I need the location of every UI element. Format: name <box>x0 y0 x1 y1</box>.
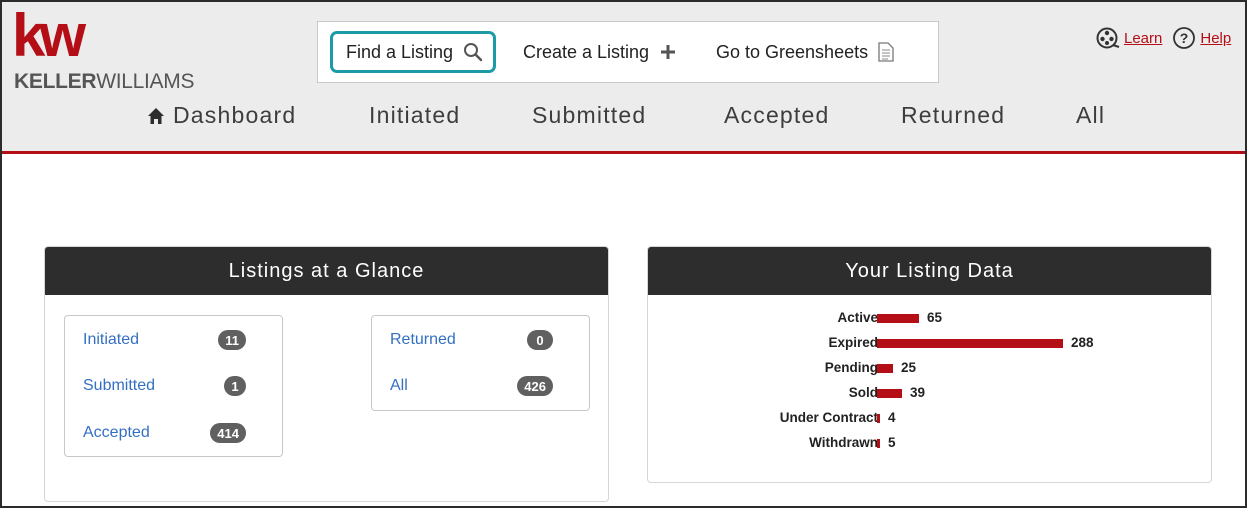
bar-value-label: 39 <box>910 385 926 400</box>
bar-label: Sold <box>848 385 878 400</box>
list-item-initiated[interactable]: Initiated 11 <box>83 328 246 352</box>
nav-dashboard[interactable]: Dashboard <box>147 102 296 129</box>
nav-returned[interactable]: Returned <box>901 102 1005 129</box>
nav-accepted[interactable]: Accepted <box>724 102 830 129</box>
bar-label: Withdrawn <box>809 435 878 450</box>
logo-wordmark: KELLERWILLIAMS <box>14 70 194 94</box>
status-box-left: Initiated 11 Submitted 1 Accepted 414 <box>64 315 283 457</box>
greensheets-button[interactable]: Go to Greensheets <box>716 22 894 82</box>
panel-title: Your Listing Data <box>648 247 1211 295</box>
bar-label: Expired <box>828 335 878 350</box>
film-reel-icon[interactable] <box>1096 27 1120 49</box>
document-icon <box>878 42 894 62</box>
bar-row-expired: Expired 288 <box>648 334 1211 352</box>
help-links: Learn ? Help <box>1096 26 1231 50</box>
listings-at-a-glance-panel: Listings at a Glance Initiated 11 Submit… <box>44 246 609 502</box>
bar-label: Pending <box>824 360 878 375</box>
logo-text-bold: KELLER <box>14 70 97 93</box>
bar-value-label: 25 <box>901 360 917 375</box>
status-box-right: Returned 0 All 426 <box>371 315 590 411</box>
app-frame: kw KELLERWILLIAMS Find a Listing Create … <box>0 0 1247 508</box>
learn-link[interactable]: Learn <box>1124 30 1162 47</box>
initiated-link[interactable]: Initiated <box>83 331 139 349</box>
plus-icon <box>659 43 677 61</box>
find-listing-label: Find a Listing <box>346 41 454 62</box>
nav-dashboard-label: Dashboard <box>173 102 297 128</box>
bar <box>877 339 1063 348</box>
header: kw KELLERWILLIAMS Find a Listing Create … <box>2 2 1245 154</box>
returned-count-badge: 0 <box>527 330 553 350</box>
bar <box>877 439 880 448</box>
listing-bar-chart: Active 65 Expired 288 Pending 25 Sold 39 Under C… <box>648 309 1211 479</box>
question-circle-icon[interactable]: ? <box>1172 26 1196 50</box>
list-item-accepted[interactable]: Accepted 414 <box>83 421 246 445</box>
submitted-link[interactable]: Submitted <box>83 377 155 395</box>
bar-label: Under Contract <box>779 410 878 425</box>
accepted-count-badge: 414 <box>210 423 246 443</box>
bar-label: Active <box>837 310 878 325</box>
main-nav: Dashboard Initiated Submitted Accepted R… <box>2 102 1245 138</box>
list-item-submitted[interactable]: Submitted 1 <box>83 374 246 398</box>
keller-williams-logo[interactable]: kw KELLERWILLIAMS <box>12 2 212 94</box>
logo-text-light: WILLIAMS <box>96 70 195 93</box>
bar-row-pending: Pending 25 <box>648 359 1211 377</box>
logo-mark: kw <box>12 2 86 69</box>
your-listing-data-panel: Your Listing Data Active 65 Expired 288 Pend… <box>647 246 1212 483</box>
search-icon <box>463 42 483 62</box>
bar-row-sold: Sold 39 <box>648 384 1211 402</box>
find-listing-button[interactable]: Find a Listing <box>330 31 497 73</box>
nav-submitted[interactable]: Submitted <box>532 102 646 129</box>
list-item-all[interactable]: All 426 <box>390 374 553 398</box>
returned-link[interactable]: Returned <box>390 331 456 349</box>
bar-value-label: 65 <box>927 310 943 325</box>
nav-initiated[interactable]: Initiated <box>369 102 460 129</box>
bar-row-withdrawn: Withdrawn 5 <box>648 434 1211 452</box>
initiated-count-badge: 11 <box>218 330 246 350</box>
all-link[interactable]: All <box>390 377 408 395</box>
accepted-link[interactable]: Accepted <box>83 424 150 442</box>
help-link[interactable]: Help <box>1200 30 1231 47</box>
bar <box>877 414 880 423</box>
panel-title: Listings at a Glance <box>45 247 608 295</box>
bar-value-label: 4 <box>888 410 896 425</box>
all-count-badge: 426 <box>517 376 553 396</box>
bar-row-active: Active 65 <box>648 309 1211 327</box>
submitted-count-badge: 1 <box>224 376 246 396</box>
list-item-returned[interactable]: Returned 0 <box>390 328 553 352</box>
create-listing-label: Create a Listing <box>523 41 650 62</box>
greensheets-label: Go to Greensheets <box>716 41 869 62</box>
svg-text:?: ? <box>1180 30 1189 46</box>
home-icon <box>147 107 165 125</box>
bar <box>877 314 919 323</box>
bar <box>877 389 902 398</box>
bar-value-label: 288 <box>1071 335 1094 350</box>
bar-value-label: 5 <box>888 435 896 450</box>
bar <box>877 364 893 373</box>
create-listing-button[interactable]: Create a Listing <box>523 22 677 82</box>
nav-all[interactable]: All <box>1076 102 1105 129</box>
action-bar: Find a Listing Create a Listing Go to Gr… <box>317 21 939 83</box>
bar-row-under-contract: Under Contract 4 <box>648 409 1211 427</box>
